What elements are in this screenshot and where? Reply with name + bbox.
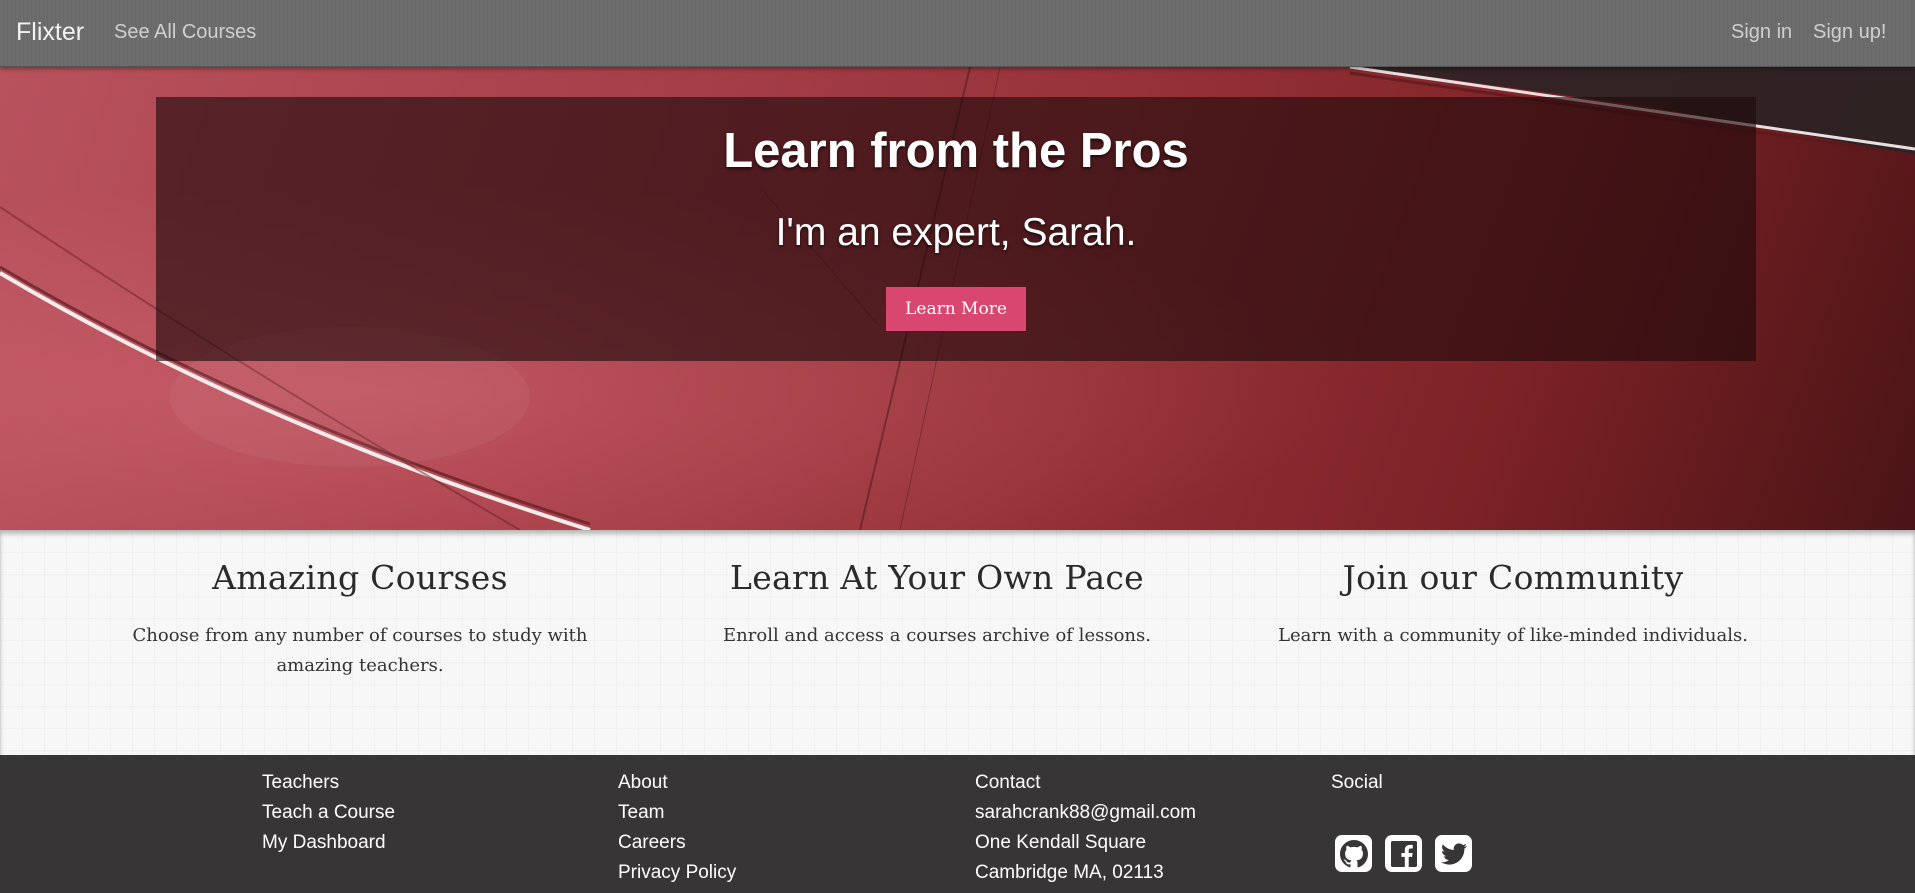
feature-text: Choose from any number of courses to stu… [132,625,588,676]
brand-logo-link[interactable]: Flixter [16,18,84,47]
facebook-icon[interactable] [1385,835,1422,872]
feature-amazing-courses: Amazing Courses Choose from any number o… [100,558,620,681]
footer-link-careers[interactable]: Careers [618,831,736,861]
feature-community: Join our Community Learn with a communit… [1253,558,1773,651]
feature-text: Learn with a community of like-minded in… [1278,625,1748,646]
feature-own-pace: Learn At Your Own Pace Enroll and access… [677,558,1197,651]
footer-column-teachers: Teachers Teach a Course My Dashboard [262,771,395,861]
feature-text: Enroll and access a courses archive of l… [723,625,1151,646]
footer-column-contact: Contact sarahcrank88@gmail.com One Kenda… [975,771,1196,891]
see-all-courses-link[interactable]: See All Courses [114,21,256,44]
hero-title: Learn from the Pros [723,124,1189,178]
social-icons [1335,835,1472,872]
top-navbar: Flixter See All Courses Sign in Sign up! [0,0,1915,67]
footer-link-teach-a-course[interactable]: Teach a Course [262,801,395,831]
features-section: Amazing Courses Choose from any number o… [0,530,1915,755]
footer-link-team[interactable]: Team [618,801,736,831]
github-icon[interactable] [1335,835,1372,872]
hero-overlay-panel: Learn from the Pros I'm an expert, Sarah… [156,97,1756,361]
sign-in-link[interactable]: Sign in [1731,21,1792,44]
twitter-icon[interactable] [1435,835,1472,872]
learn-more-button[interactable]: Learn More [886,287,1026,331]
contact-address-line2: Cambridge MA, 02113 [975,862,1164,883]
contact-address-line1: One Kendall Square [975,832,1147,853]
footer-heading-about[interactable]: About [618,771,736,801]
footer-heading-teachers[interactable]: Teachers [262,771,395,801]
hero-subtitle: I'm an expert, Sarah. [775,211,1137,254]
feature-title: Join our Community [1342,558,1684,597]
sign-up-link[interactable]: Sign up! [1813,21,1886,44]
contact-email[interactable]: sarahcrank88@gmail.com [975,801,1196,831]
footer-link-my-dashboard[interactable]: My Dashboard [262,831,395,861]
footer-heading-social: Social [1331,772,1383,793]
footer-column-about: About Team Careers Privacy Policy [618,771,736,891]
hero-section: Learn from the Pros I'm an expert, Sarah… [0,67,1915,530]
footer-column-social: Social [1331,771,1383,801]
footer-link-privacy-policy[interactable]: Privacy Policy [618,861,736,891]
feature-title: Learn At Your Own Pace [730,558,1144,597]
footer-heading-contact: Contact [975,772,1041,793]
site-footer: Teachers Teach a Course My Dashboard Abo… [0,755,1915,893]
feature-title: Amazing Courses [212,558,508,597]
